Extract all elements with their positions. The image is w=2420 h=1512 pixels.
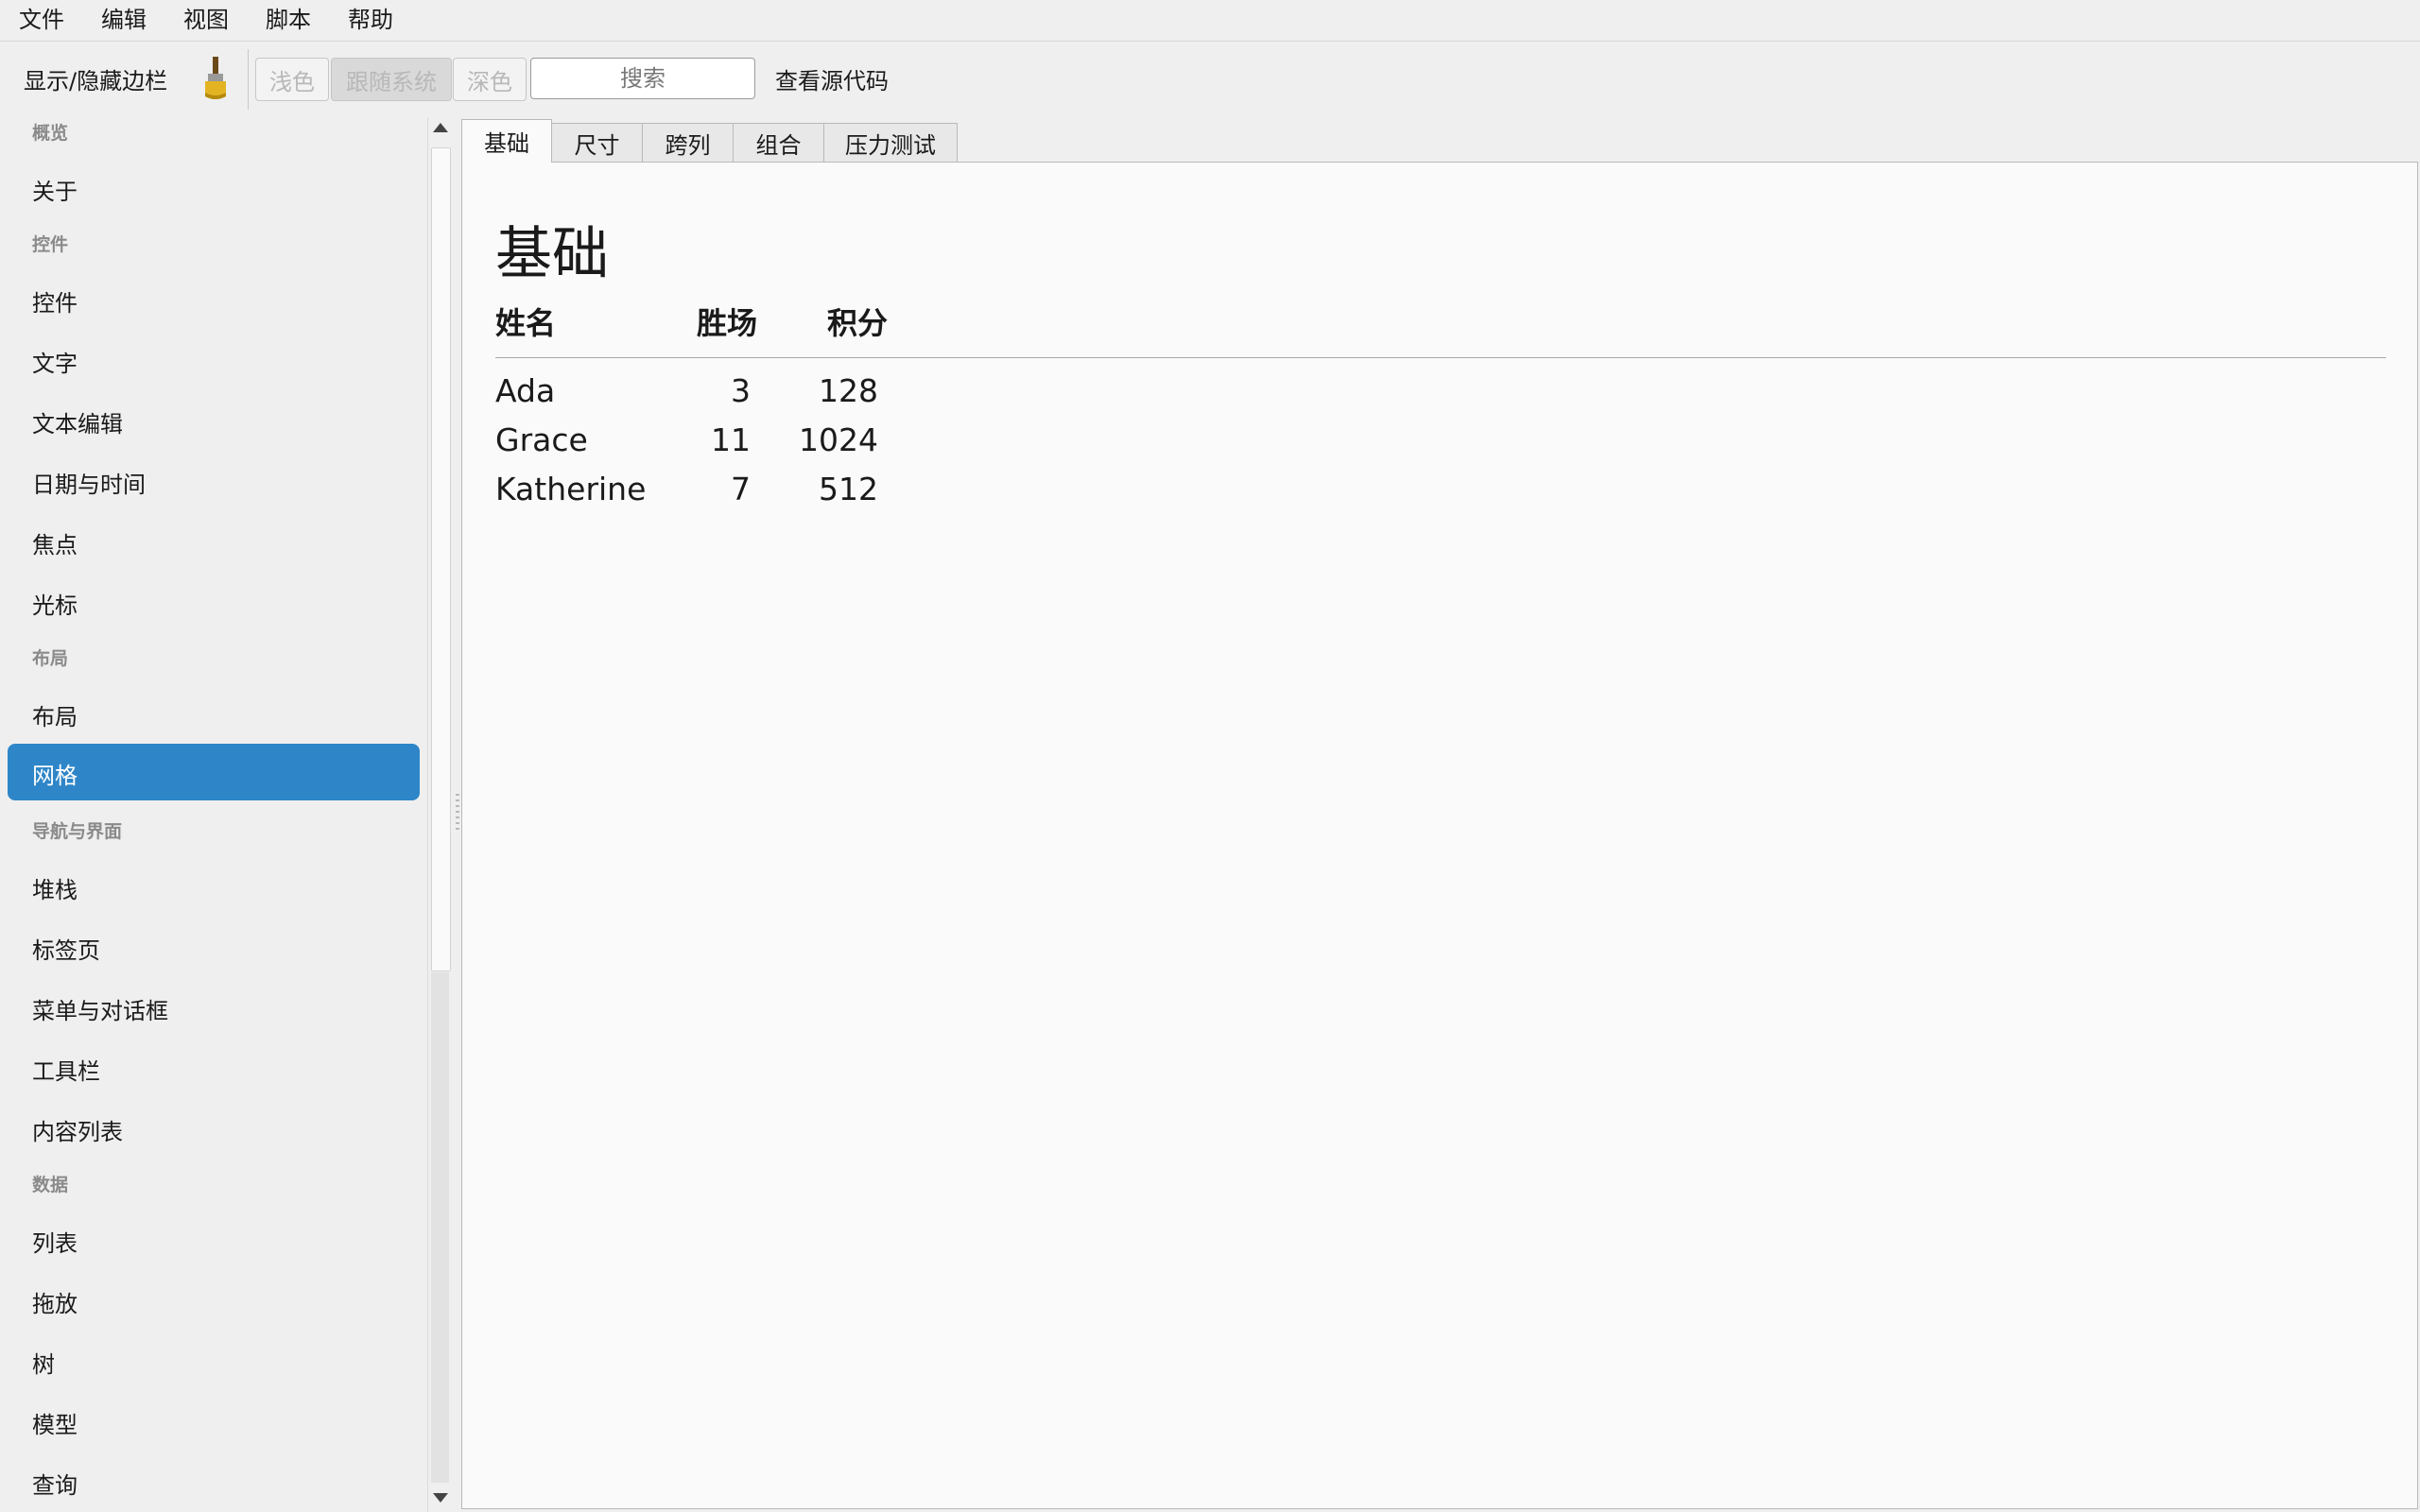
menubar: 文件 编辑 视图 脚本 帮助 [0, 0, 2420, 42]
sidebar-item-toolbar[interactable]: 工具栏 [32, 1053, 100, 1086]
sidebar-item-text[interactable]: 文字 [32, 345, 78, 378]
tab-combine[interactable]: 组合 [733, 123, 824, 163]
theme-light-button[interactable]: 浅色 [255, 58, 329, 101]
sidebar-item-dnd[interactable]: 拖放 [32, 1285, 78, 1318]
toggle-sidebar-button[interactable]: 显示/隐藏边栏 [24, 62, 167, 95]
sidebar-item-menus[interactable]: 菜单与对话框 [32, 992, 168, 1025]
sidebar-category-data: 数据 [32, 1175, 69, 1195]
tab-stress-test[interactable]: 压力测试 [823, 123, 958, 163]
sidebar-scrollbar[interactable] [427, 117, 453, 1512]
sidebar-item-stack[interactable]: 堆栈 [32, 871, 78, 904]
tab-span[interactable]: 跨列 [642, 123, 734, 163]
paintbrush-icon[interactable] [197, 55, 234, 104]
table-cell: 3 [731, 372, 751, 409]
sidebar-item-focus[interactable]: 焦点 [32, 526, 78, 559]
sidebar-category-widgets: 控件 [32, 234, 69, 255]
sidebar-category-layout: 布局 [32, 648, 69, 669]
page-title: 基础 [495, 221, 609, 287]
table-cell: Ada [495, 372, 556, 409]
menu-view[interactable]: 视图 [164, 0, 247, 41]
header-divider [495, 357, 2386, 358]
scroll-down-arrow-icon[interactable] [433, 1493, 448, 1503]
scroll-up-arrow-icon[interactable] [433, 123, 448, 132]
tab-size[interactable]: 尺寸 [551, 123, 643, 163]
sidebar-item-text-edit[interactable]: 文本编辑 [32, 405, 123, 438]
menu-help[interactable]: 帮助 [329, 0, 411, 41]
splitter-handle[interactable] [456, 794, 459, 832]
table-cell: 11 [711, 421, 751, 458]
scrollbar-track[interactable] [431, 972, 449, 1483]
column-header-wins: 胜场 [697, 305, 758, 341]
sidebar-item-label: 网格 [32, 763, 78, 789]
sidebar-item-grid[interactable]: 网格 [8, 744, 420, 800]
sidebar-item-tabs[interactable]: 标签页 [32, 932, 100, 965]
toolbar-separator [248, 49, 249, 110]
column-header-name: 姓名 [495, 305, 557, 341]
theme-dark-button[interactable]: 深色 [453, 58, 527, 101]
tab-basic[interactable]: 基础 [461, 119, 552, 163]
sidebar-category-overview: 概览 [32, 123, 69, 144]
table-cell: 7 [731, 471, 751, 507]
column-header-points: 积分 [827, 305, 889, 341]
sidebar-item-datetime[interactable]: 日期与时间 [32, 466, 146, 499]
search-input[interactable]: 搜索 [530, 58, 755, 99]
menu-script[interactable]: 脚本 [247, 0, 329, 41]
scrollbar-thumb[interactable] [431, 147, 451, 971]
tab-bar: 基础 尺寸 跨列 组合 压力测试 [461, 119, 958, 163]
sidebar-category-navigation: 导航与界面 [32, 821, 123, 842]
sidebar-item-model[interactable]: 模型 [32, 1406, 78, 1439]
sidebar-item-tree[interactable]: 树 [32, 1346, 55, 1379]
menu-edit[interactable]: 编辑 [82, 0, 164, 41]
table-cell: Katherine [495, 471, 647, 507]
sidebar: 概览 关于 控件 控件 文字 文本编辑 日期与时间 焦点 光标 布局 布局 网格… [0, 117, 427, 1512]
theme-system-button[interactable]: 跟随系统 [331, 58, 452, 101]
sidebar-item-layout[interactable]: 布局 [32, 698, 78, 731]
table-cell: Grace [495, 421, 588, 458]
sidebar-item-cursor[interactable]: 光标 [32, 587, 78, 620]
sidebar-item-query[interactable]: 查询 [32, 1467, 78, 1500]
toolbar: 显示/隐藏边栏 浅色 跟随系统 深色 搜索 查看源代码 [0, 42, 2420, 117]
table-cell: 1024 [799, 421, 878, 458]
sidebar-item-widgets[interactable]: 控件 [32, 284, 78, 318]
menu-file[interactable]: 文件 [0, 0, 82, 41]
view-source-button[interactable]: 查看源代码 [775, 62, 889, 95]
table-cell: 128 [819, 372, 878, 409]
tab-panel: 基础 姓名 胜场 积分 Ada 3 128 Grace 11 1024 Kath… [461, 162, 2418, 1509]
table-cell: 512 [819, 471, 878, 507]
sidebar-item-about[interactable]: 关于 [32, 173, 78, 206]
sidebar-item-content-list[interactable]: 内容列表 [32, 1113, 123, 1146]
sidebar-item-list[interactable]: 列表 [32, 1225, 78, 1258]
